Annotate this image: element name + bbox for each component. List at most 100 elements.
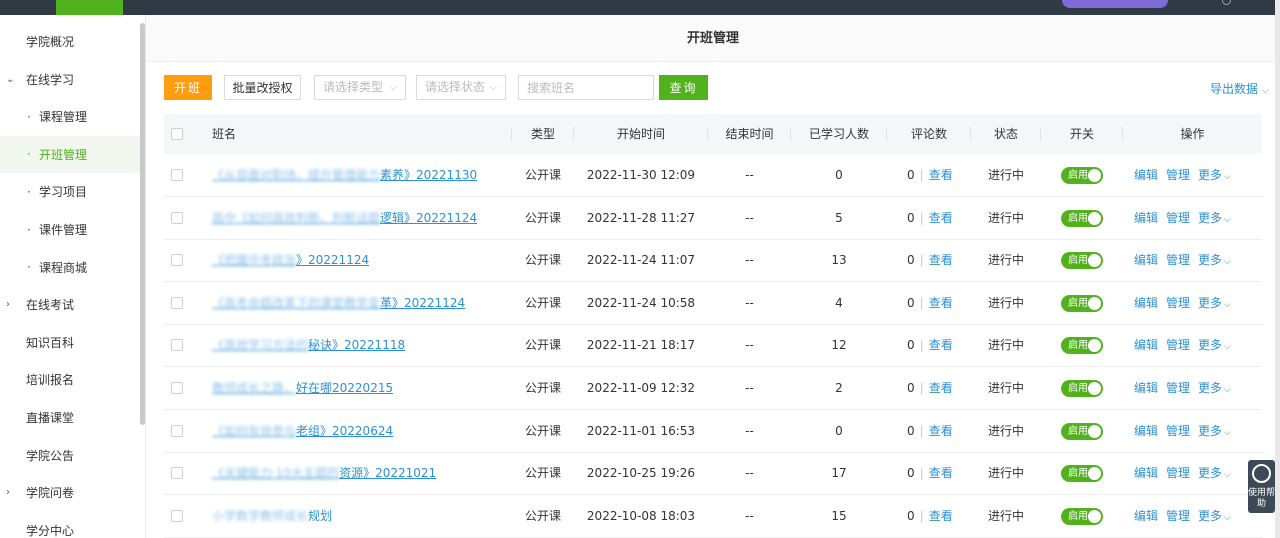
user-icon[interactable] [1222, 0, 1231, 5]
edit-link[interactable]: 编辑 [1134, 381, 1158, 395]
enable-toggle[interactable]: 启用 [1061, 337, 1103, 355]
manage-link[interactable]: 管理 [1166, 253, 1190, 267]
class-name-link[interactable]: 《高效学习方法的秘诀》20221118 [212, 324, 507, 366]
sidebar-item[interactable]: 学院概况 [0, 23, 140, 60]
batch-authorize-button[interactable]: 批量改授权 [224, 75, 301, 100]
enable-toggle[interactable]: 启用 [1061, 507, 1103, 525]
more-dropdown[interactable]: 更多 ⌵ [1198, 466, 1231, 480]
sidebar-item[interactable]: · 课件管理 [0, 211, 140, 248]
class-name-link[interactable]: 《如何有效参与老组》20220624 [212, 410, 507, 452]
sidebar-item[interactable]: › 学院问卷 [0, 474, 140, 511]
more-dropdown[interactable]: 更多 ⌵ [1198, 253, 1231, 267]
enable-toggle[interactable]: 启用 [1061, 294, 1103, 312]
edit-link[interactable]: 编辑 [1134, 253, 1158, 267]
manage-link[interactable]: 管理 [1166, 211, 1190, 225]
view-comments-link[interactable]: 查看 [929, 253, 953, 267]
sidebar-item[interactable]: 知识百科 [0, 324, 140, 361]
view-comments-link[interactable]: 查看 [929, 466, 953, 480]
more-dropdown[interactable]: 更多 ⌵ [1198, 338, 1231, 352]
row-checkbox[interactable] [171, 509, 183, 522]
more-dropdown[interactable]: 更多 ⌵ [1198, 509, 1231, 523]
class-name-link[interactable]: 教师成长之路，好在哪20220215 [212, 367, 507, 409]
type-select[interactable]: 请选择类型 ⌵ [314, 75, 406, 100]
class-name-link[interactable]: 小学数学教师成长规划 [212, 495, 507, 537]
row-checkbox[interactable] [171, 467, 183, 480]
sidebar-item[interactable]: · 课程管理 [0, 98, 140, 135]
class-name-link[interactable]: 《关键能力·10大主题的资源》20221021 [212, 452, 507, 494]
manage-link[interactable]: 管理 [1166, 424, 1190, 438]
sidebar-item[interactable]: 学分中心 [0, 512, 140, 538]
class-name-link[interactable]: 《高考命题改革下的课堂教学变革》20221124 [212, 282, 507, 324]
edit-link[interactable]: 编辑 [1134, 168, 1158, 182]
enable-toggle[interactable]: 启用 [1061, 380, 1103, 397]
help-button[interactable]: 使用帮助 [1248, 460, 1275, 513]
sidebar-item-label: 直播课堂 [26, 411, 75, 425]
edit-link[interactable]: 编辑 [1134, 424, 1158, 438]
manage-link[interactable]: 管理 [1166, 168, 1190, 182]
edit-link[interactable]: 编辑 [1134, 509, 1158, 523]
edit-link[interactable]: 编辑 [1134, 296, 1158, 310]
header-end-time[interactable]: 结束时间 [708, 114, 791, 154]
row-checkbox[interactable] [171, 296, 183, 309]
view-comments-link[interactable]: 查看 [929, 424, 953, 438]
class-name-link[interactable]: 《从容面对职场，提升管理能力素养》20221130 [212, 154, 507, 196]
edit-link[interactable]: 编辑 [1134, 338, 1158, 352]
view-comments-link[interactable]: 查看 [929, 296, 953, 310]
page-scrollbar[interactable] [1275, 0, 1280, 538]
header-learners[interactable]: 已学习人数 [791, 114, 887, 154]
enable-toggle[interactable]: 启用 [1061, 465, 1103, 483]
view-comments-link[interactable]: 查看 [929, 168, 953, 182]
sidebar-item[interactable]: · 课程商城 [0, 249, 140, 286]
enable-toggle[interactable]: 启用 [1061, 167, 1103, 184]
view-comments-link[interactable]: 查看 [929, 211, 953, 225]
brand-tab[interactable] [56, 0, 123, 15]
sidebar-item[interactable]: 培训报名 [0, 361, 140, 398]
header-status: 状态 [971, 114, 1041, 154]
row-checkbox[interactable] [171, 382, 183, 394]
more-dropdown[interactable]: 更多 ⌵ [1198, 296, 1231, 310]
header-name[interactable]: 班名 [212, 114, 512, 154]
row-checkbox[interactable] [171, 169, 183, 181]
sidebar-item[interactable]: ⌄ 在线学习 [0, 61, 140, 98]
more-dropdown[interactable]: 更多 ⌵ [1198, 168, 1231, 182]
learner-count: 4 [835, 295, 843, 310]
edit-link[interactable]: 编辑 [1134, 466, 1158, 480]
chevron-down-icon: ⌵ [1224, 470, 1231, 481]
search-input[interactable] [518, 75, 654, 100]
sidebar-scrollbar[interactable] [140, 23, 145, 425]
sidebar-item[interactable]: 学院公告 [0, 437, 140, 474]
enable-toggle[interactable]: 启用 [1061, 422, 1103, 440]
sidebar-item[interactable]: › 在线考试 [0, 286, 140, 323]
enable-toggle[interactable]: 启用 [1061, 209, 1103, 227]
edit-link[interactable]: 编辑 [1134, 211, 1158, 225]
sidebar-item[interactable]: 直播课堂 [0, 399, 140, 436]
view-comments-link[interactable]: 查看 [929, 509, 953, 523]
view-comments-link[interactable]: 查看 [929, 381, 953, 395]
header-start-time[interactable]: 开始时间 [574, 114, 708, 154]
row-checkbox[interactable] [171, 424, 183, 437]
manage-link[interactable]: 管理 [1166, 466, 1190, 480]
row-checkbox[interactable] [171, 254, 183, 267]
manage-link[interactable]: 管理 [1166, 509, 1190, 523]
sidebar-item-label: 学院概况 [26, 35, 75, 49]
user-banner[interactable] [1062, 0, 1168, 8]
row-checkbox[interactable] [171, 339, 183, 352]
select-all-checkbox[interactable] [171, 128, 183, 140]
manage-link[interactable]: 管理 [1166, 296, 1190, 310]
status-select[interactable]: 请选择状态 ⌵ [416, 75, 506, 100]
row-checkbox[interactable] [171, 211, 183, 224]
open-class-button[interactable]: 开班 [164, 75, 212, 100]
view-comments-link[interactable]: 查看 [929, 338, 953, 352]
more-dropdown[interactable]: 更多 ⌵ [1198, 381, 1231, 395]
sidebar-item[interactable]: · 学习项目 [0, 173, 140, 210]
more-dropdown[interactable]: 更多 ⌵ [1198, 211, 1231, 225]
more-dropdown[interactable]: 更多 ⌵ [1198, 424, 1231, 438]
export-data-link[interactable]: 导出数据 ⌵ [1210, 80, 1269, 97]
manage-link[interactable]: 管理 [1166, 381, 1190, 395]
search-button[interactable]: 查询 [659, 75, 708, 100]
class-name-link[interactable]: 《把握中考政治》20221124 [212, 239, 507, 281]
class-name-link[interactable]: 高中《如何高效判断、判断话题逻辑》20221124 [212, 197, 507, 239]
enable-toggle[interactable]: 启用 [1061, 252, 1103, 270]
manage-link[interactable]: 管理 [1166, 338, 1190, 352]
sidebar-item[interactable]: · 开班管理 [0, 135, 140, 173]
